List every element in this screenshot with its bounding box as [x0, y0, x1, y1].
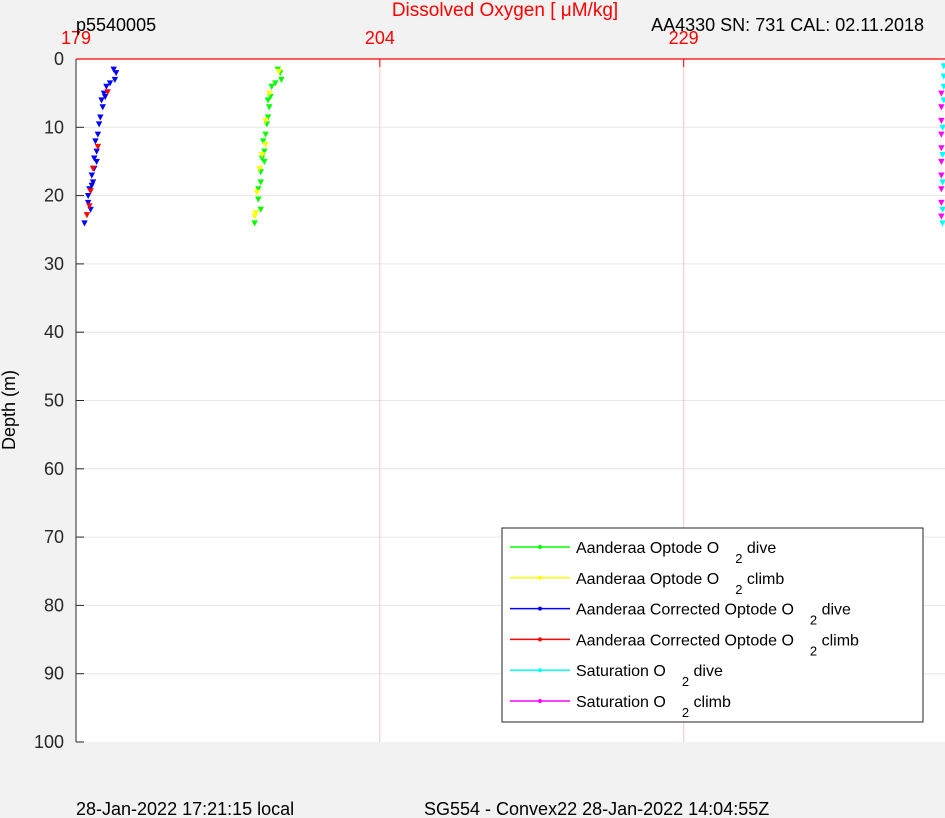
- legend-swatch-marker: [538, 545, 542, 549]
- oxygen-depth-chart: 0102030405060708090100179 204 229 p5540005…: [0, 0, 945, 818]
- legend-swatch-marker: [538, 606, 542, 611]
- y-tick-label: 100: [34, 732, 64, 752]
- chart-title: Dissolved Oxygen [ μM/kg]: [392, 0, 618, 21]
- legend-box: [501, 527, 924, 723]
- y-tick-label: 90: [44, 664, 64, 684]
- legend-swatch-marker: [538, 699, 542, 703]
- footer-center: SG554 - Convex22 28-Jan-2022 14:04:55Z: [424, 799, 769, 818]
- y-tick-label: 80: [44, 595, 64, 615]
- y-tick-label: 20: [44, 186, 64, 206]
- x-tick-label: 204: [365, 28, 395, 48]
- legend: Aanderaa Optode O2 diveAanderaa Optode O…: [501, 527, 924, 723]
- y-tick-label: 0: [54, 49, 64, 69]
- legend-swatch-marker: [538, 668, 542, 673]
- y-tick-label: 30: [44, 254, 64, 274]
- header-left: p5540005: [76, 15, 156, 35]
- y-tick-label: 10: [44, 117, 64, 137]
- y-tick-label: 40: [44, 322, 64, 342]
- header-right: AA4330 SN: 731 CAL: 02.11.2018: [651, 15, 924, 35]
- legend-swatch-marker: [538, 575, 542, 580]
- y-tick-label: 70: [44, 527, 64, 547]
- y-axis-label: Depth (m): [0, 370, 19, 450]
- footer-left: 28-Jan-2022 17:21:15 local: [76, 799, 294, 818]
- y-tick-label: 60: [44, 459, 64, 479]
- legend-swatch-marker: [538, 637, 542, 642]
- y-tick-label: 50: [44, 391, 64, 411]
